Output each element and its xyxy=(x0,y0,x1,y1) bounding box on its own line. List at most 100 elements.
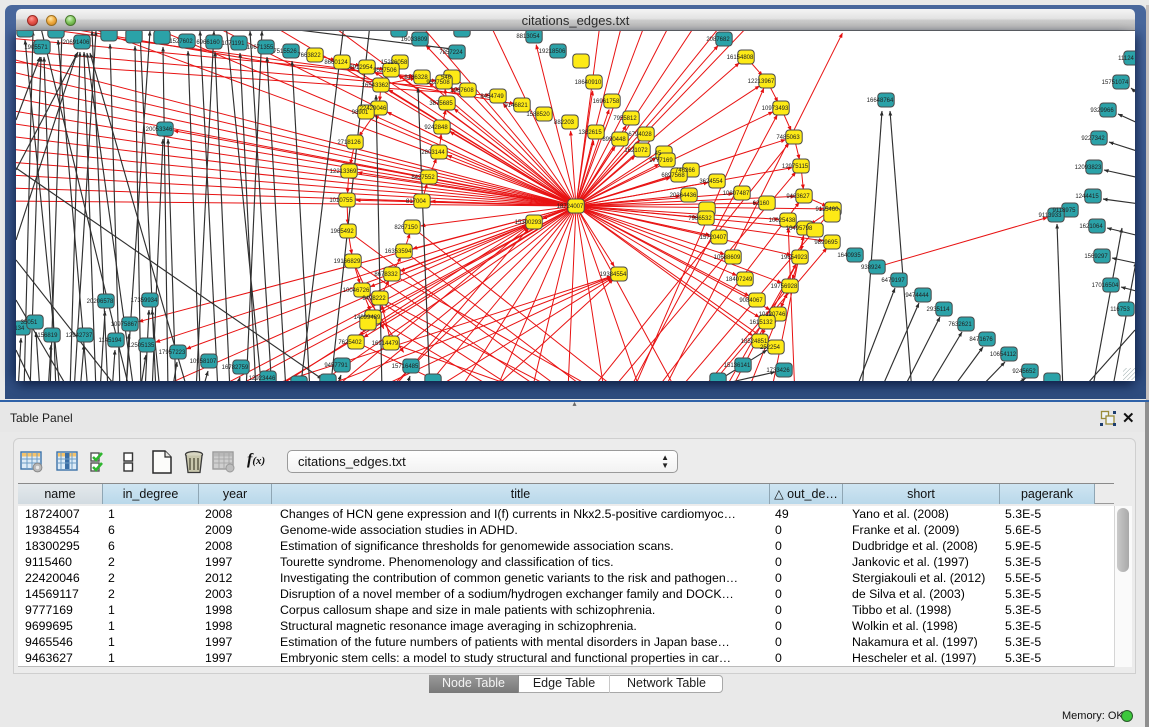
svg-text:2935114: 2935114 xyxy=(927,307,951,313)
svg-text:1244415: 1244415 xyxy=(1075,194,1099,200)
svg-text:14099489: 14099489 xyxy=(354,315,381,321)
svg-text:16154808: 16154808 xyxy=(727,55,754,61)
svg-text:8267150: 8267150 xyxy=(394,225,418,231)
svg-text:8813054: 8813054 xyxy=(516,34,540,40)
svg-text:2718126: 2718126 xyxy=(337,140,361,146)
svg-text:2803144: 2803144 xyxy=(421,150,445,156)
svg-text:7955812: 7955812 xyxy=(613,116,637,122)
svg-text:1588520: 1588520 xyxy=(526,112,550,118)
svg-text:12213369: 12213369 xyxy=(330,169,357,175)
svg-text:8454749: 8454749 xyxy=(480,94,504,100)
svg-text:10654112: 10654112 xyxy=(990,352,1017,358)
svg-text:12942737: 12942737 xyxy=(66,333,93,339)
svg-text:817004: 817004 xyxy=(406,199,427,205)
svg-text:8660124: 8660124 xyxy=(324,60,348,66)
svg-text:8678332: 8678332 xyxy=(374,272,398,278)
svg-text:18407249: 18407249 xyxy=(726,277,753,283)
svg-text:8912954: 8912954 xyxy=(349,65,373,71)
svg-text:1527602: 1527602 xyxy=(169,39,193,45)
svg-text:19756928: 19756928 xyxy=(771,284,798,290)
svg-text:33134: 33134 xyxy=(16,326,25,332)
svg-text:20206578: 20206578 xyxy=(87,299,114,305)
svg-text:12505135: 12505135 xyxy=(128,343,155,349)
svg-text:1569297: 1569297 xyxy=(1084,254,1108,260)
svg-text:20053346: 20053346 xyxy=(146,127,173,133)
svg-text:10973493: 10973493 xyxy=(762,106,789,112)
svg-text:12923446: 12923446 xyxy=(249,376,276,381)
svg-text:15751074: 15751074 xyxy=(1102,80,1129,86)
svg-text:62160: 62160 xyxy=(753,201,770,207)
svg-text:9899695: 9899695 xyxy=(814,240,838,246)
svg-text:9527508: 9527508 xyxy=(426,80,450,86)
svg-text:6897568: 6897568 xyxy=(661,173,685,179)
svg-text:15226058: 15226058 xyxy=(381,60,408,66)
svg-text:10807487: 10807487 xyxy=(723,191,750,197)
svg-text:19654923: 19654923 xyxy=(781,255,808,261)
svg-text:12975115: 12975115 xyxy=(782,164,809,170)
svg-text:9146821: 9146821 xyxy=(504,103,528,109)
svg-text:9084067: 9084067 xyxy=(739,298,763,304)
svg-text:7663822: 7663822 xyxy=(297,53,321,59)
svg-text:1071191: 1071191 xyxy=(222,41,246,47)
svg-text:1640935: 1640935 xyxy=(837,253,861,259)
svg-text:8471676: 8471676 xyxy=(969,337,993,343)
svg-text:18724007: 18724007 xyxy=(557,204,584,210)
svg-text:17359934: 17359934 xyxy=(131,298,158,304)
svg-text:9113933: 9113933 xyxy=(1039,213,1063,219)
svg-text:1615132: 1615132 xyxy=(749,320,773,326)
svg-text:10046726: 10046726 xyxy=(343,288,370,294)
svg-text:12213967: 12213967 xyxy=(748,79,775,85)
svg-text:9227342: 9227342 xyxy=(1081,136,1105,142)
svg-text:15300293: 15300293 xyxy=(515,220,542,226)
svg-text:7625402: 7625402 xyxy=(338,340,362,346)
svg-text:7485063: 7485063 xyxy=(776,135,800,141)
svg-text:882203: 882203 xyxy=(554,120,575,126)
svg-text:1965492: 1965492 xyxy=(330,229,354,235)
svg-text:15716485: 15716485 xyxy=(392,364,419,370)
svg-text:20691406: 20691406 xyxy=(63,40,90,46)
svg-text:19384554: 19384554 xyxy=(600,272,627,278)
svg-text:16353594: 16353594 xyxy=(385,249,412,255)
svg-text:2087682: 2087682 xyxy=(706,37,730,43)
svg-text:7986532: 7986532 xyxy=(688,216,712,222)
svg-text:17957223: 17957223 xyxy=(159,350,186,356)
svg-text:16782759: 16782759 xyxy=(222,365,249,371)
svg-text:11124: 11124 xyxy=(1118,56,1134,62)
svg-text:3624554: 3624554 xyxy=(699,179,723,185)
svg-text:10958107: 10958107 xyxy=(190,359,217,365)
svg-text:6966160: 6966160 xyxy=(196,40,220,46)
svg-text:16914479: 16914479 xyxy=(372,341,399,347)
svg-text:10120746: 10120746 xyxy=(759,312,786,318)
svg-text:16648764: 16648764 xyxy=(867,98,894,104)
svg-text:9463627: 9463627 xyxy=(786,194,810,200)
svg-text:10975867: 10975867 xyxy=(111,322,138,328)
svg-text:1145194: 1145194 xyxy=(99,338,123,344)
svg-text:9329966: 9329966 xyxy=(1090,108,1114,114)
svg-text:7515526: 7515526 xyxy=(273,49,297,55)
svg-text:9242848: 9242848 xyxy=(424,125,448,131)
svg-text:9498222: 9498222 xyxy=(362,296,386,302)
svg-text:7857224: 7857224 xyxy=(439,50,463,56)
svg-text:7632621: 7632621 xyxy=(948,322,972,328)
svg-text:12093823: 12093823 xyxy=(1075,165,1102,171)
svg-text:2967608: 2967608 xyxy=(450,88,474,94)
svg-text:9527506: 9527506 xyxy=(373,68,397,74)
svg-text:1733426: 1733426 xyxy=(766,368,790,374)
svg-text:1156819: 1156819 xyxy=(35,333,59,339)
svg-text:10688609: 10688609 xyxy=(714,255,741,261)
svg-text:16961758: 16961758 xyxy=(593,99,620,105)
svg-text:9474444: 9474444 xyxy=(905,293,929,299)
svg-text:938924: 938924 xyxy=(861,265,882,271)
svg-text:9457791: 9457791 xyxy=(324,363,348,369)
svg-text:6479197: 6479197 xyxy=(881,278,905,284)
svg-text:15720407: 15720407 xyxy=(700,235,727,241)
svg-text:17016504: 17016504 xyxy=(1092,283,1119,289)
svg-text:35051: 35051 xyxy=(21,320,38,326)
svg-text:20364436: 20364436 xyxy=(670,193,697,199)
svg-text:252254: 252254 xyxy=(760,345,781,351)
svg-text:3875685: 3875685 xyxy=(429,101,453,107)
svg-text:1362615: 1362615 xyxy=(578,130,602,136)
svg-text:16543362: 16543362 xyxy=(362,83,389,89)
svg-text:10025438: 10025438 xyxy=(769,218,796,224)
svg-text:16495798: 16495798 xyxy=(786,226,813,232)
